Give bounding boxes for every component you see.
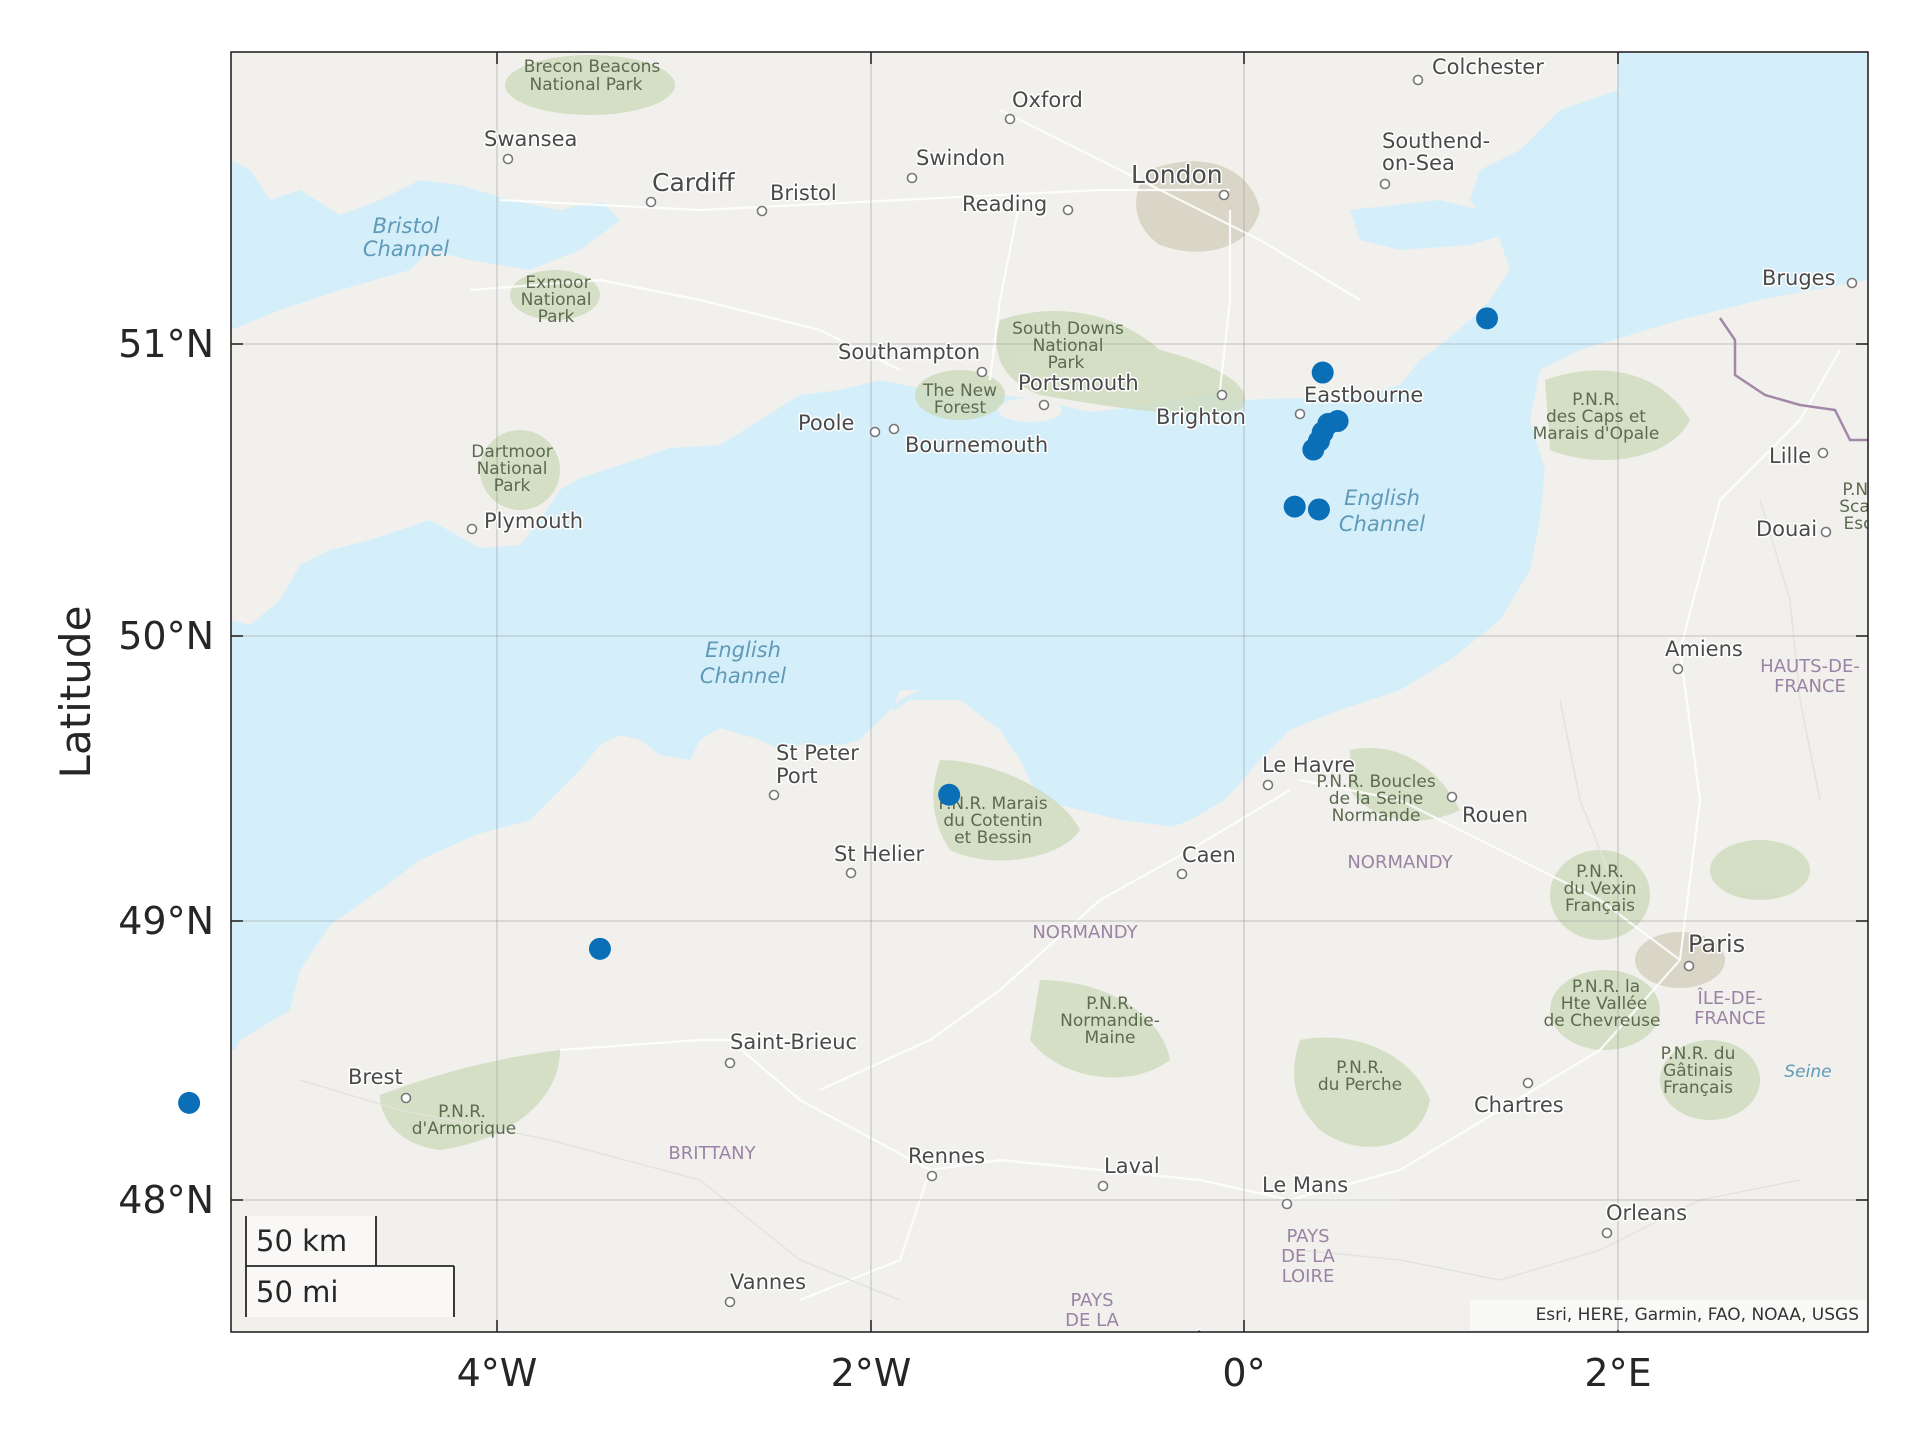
x-tick-label: 0°	[1222, 1351, 1265, 1395]
park-label: Park	[538, 307, 575, 327]
region-label: DE LA	[1281, 1246, 1335, 1267]
park-label: et Bessin	[954, 828, 1032, 848]
place-label: Rouen	[1462, 803, 1528, 827]
place-label: Lille	[1769, 444, 1811, 468]
region-label: FRANCE	[1774, 676, 1846, 697]
park-label: Maine	[1084, 1028, 1135, 1048]
place-label: Portsmouth	[1018, 371, 1139, 395]
x-tick-labels: 4°W 2°W 0° 2°E	[457, 1351, 1652, 1395]
place-label: Bournemouth	[905, 433, 1048, 457]
region-label: FRANCE	[1694, 1008, 1766, 1029]
place-label: Reading	[962, 192, 1047, 216]
scale-mi-label: 50 mi	[256, 1275, 338, 1309]
water-label: Bristol	[373, 214, 440, 238]
sample-marker	[1302, 438, 1325, 461]
park-label: Français	[1663, 1078, 1733, 1098]
place-label: Amiens	[1665, 637, 1743, 661]
park-label: du Perche	[1318, 1075, 1402, 1095]
park-label: Park	[494, 476, 531, 496]
region-label: DE LA	[1065, 1310, 1119, 1331]
place-label: Douai	[1756, 517, 1817, 541]
place-label: Paris	[1688, 930, 1745, 958]
park-label: Normande	[1332, 806, 1421, 826]
place-label: Rennes	[908, 1144, 985, 1168]
place-label: Laval	[1104, 1154, 1160, 1178]
x-tick-label: 2°W	[831, 1351, 912, 1395]
place-label: Vannes	[730, 1270, 806, 1294]
region-label: NORMANDY	[1032, 922, 1138, 943]
place-label: Chartres	[1474, 1093, 1564, 1117]
place-label: Oxford	[1012, 88, 1083, 112]
park-label: Brecon Beacons	[524, 57, 661, 77]
place-label: Eastbourne	[1304, 383, 1423, 407]
place-label: St Helier	[834, 842, 925, 866]
place-label: Colchester	[1432, 55, 1544, 79]
region-label: LOIRE	[1282, 1266, 1335, 1287]
place-label: Le Havre	[1262, 753, 1355, 777]
region-label: NORMANDY	[1347, 852, 1453, 873]
scale-km-label: 50 km	[256, 1224, 347, 1258]
region-label: BRITTANY	[668, 1143, 756, 1164]
water-label: English	[1344, 486, 1420, 510]
x-tick-label: 2°E	[1584, 1351, 1651, 1395]
y-axis-label: Latitude	[51, 606, 100, 779]
place-label: Swansea	[484, 127, 577, 151]
park-label: National Park	[530, 75, 643, 95]
sample-marker	[178, 1091, 201, 1114]
park-label: d'Armorique	[412, 1119, 516, 1139]
place-label: Port	[776, 764, 818, 788]
sample-marker	[938, 783, 961, 806]
place-label: St Peter	[776, 741, 859, 765]
place-label: Brighton	[1156, 405, 1246, 429]
region-label: PAYS	[1070, 1290, 1113, 1311]
place-label: Le Mans	[1262, 1173, 1348, 1197]
map-axes: Bristol Channel English Channel English …	[178, 51, 1869, 1351]
place-label: Southampton	[838, 340, 980, 364]
water-label: Seine	[1784, 1062, 1831, 1082]
water-label: Channel	[1339, 512, 1425, 536]
place-label: Saint-Brieuc	[730, 1030, 857, 1054]
y-tick-label: 48°N	[118, 1178, 214, 1222]
park-label: Français	[1565, 896, 1635, 916]
park-label: Forest	[934, 398, 987, 418]
y-tick-label: 49°N	[118, 899, 214, 943]
park-label: Park	[1048, 353, 1085, 373]
island-wight	[998, 398, 1062, 422]
region-label: LOIRE	[1066, 1330, 1119, 1351]
sample-marker	[588, 937, 611, 960]
place-label: Cardiff	[652, 168, 735, 197]
attribution-text: Esri, HERE, Garmin, FAO, NOAA, USGS	[1536, 1305, 1859, 1325]
y-tick-label: 50°N	[118, 614, 214, 658]
place-label: Swindon	[916, 146, 1005, 170]
y-tick-label: 51°N	[118, 322, 214, 366]
place-label: Poole	[798, 411, 854, 435]
place-label: Bruges	[1762, 266, 1836, 290]
place-label: on-Sea	[1382, 151, 1455, 175]
park-label: de Chevreuse	[1544, 1011, 1661, 1031]
x-tick-label: 4°W	[457, 1351, 538, 1395]
sample-marker	[1311, 361, 1334, 384]
sample-marker	[1476, 307, 1499, 330]
place-label: London	[1131, 160, 1223, 189]
water-label: Channel	[363, 237, 449, 261]
island-alderney	[864, 732, 876, 738]
place-label: Southend-	[1382, 129, 1490, 153]
sample-marker	[1283, 495, 1306, 518]
place-label: Brest	[348, 1065, 403, 1089]
region-label: Angers	[1192, 1327, 1266, 1351]
region-label: PAYS	[1286, 1226, 1329, 1247]
place-label: Bristol	[770, 181, 837, 205]
water-label: Channel	[700, 664, 786, 688]
region-label: HAUTS-DE-	[1760, 656, 1860, 677]
place-label: Orleans	[1606, 1201, 1687, 1225]
region-label: ÎLE-DE-	[1697, 987, 1763, 1009]
y-tick-labels: 51°N 50°N 49°N 48°N	[118, 322, 214, 1222]
place-label: Caen	[1182, 843, 1236, 867]
water-label: English	[705, 638, 781, 662]
place-label: Plymouth	[484, 509, 583, 533]
park-label: Marais d'Opale	[1533, 424, 1660, 444]
attribution: Esri, HERE, Garmin, FAO, NOAA, USGS	[1470, 1300, 1866, 1330]
sample-marker	[1307, 498, 1330, 521]
map-figure: Bristol Channel English Channel English …	[51, 51, 1869, 1395]
